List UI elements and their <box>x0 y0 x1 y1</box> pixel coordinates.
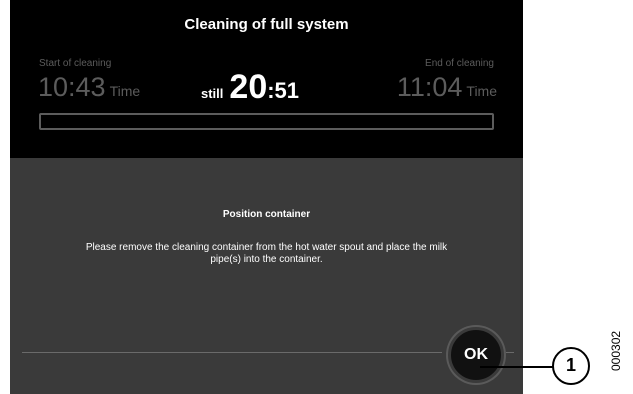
dialog-message: Please remove the cleaning container fro… <box>85 242 448 265</box>
start-time-value: 10:43 <box>38 72 106 102</box>
end-time: 11:04 Time <box>397 72 497 103</box>
start-of-cleaning-label: Start of cleaning <box>39 58 112 69</box>
remaining-time: still 20:51 <box>201 68 299 107</box>
machine-display: Cleaning of full system Start of cleanin… <box>10 0 523 394</box>
page-title: Cleaning of full system <box>184 16 349 33</box>
remaining-seconds: :51 <box>267 78 300 103</box>
dialog-heading: Position container <box>222 209 311 220</box>
divider-line <box>22 352 442 353</box>
divider-line-tail <box>506 352 514 353</box>
start-time: 10:43 Time <box>38 72 140 103</box>
end-time-value: 11:04 <box>396 72 463 102</box>
cleaning-progress-bar <box>39 113 494 130</box>
figure-id: 000302 <box>609 330 623 371</box>
ok-button[interactable]: OK <box>448 327 504 383</box>
end-of-cleaning-label: End of cleaning <box>425 58 494 69</box>
status-panel: Cleaning of full system Start of cleanin… <box>10 0 523 158</box>
callout-number: 1 <box>565 355 576 375</box>
start-time-unit: Time <box>109 83 141 99</box>
remaining-minutes: 20 <box>229 68 268 106</box>
remaining-prefix: still <box>201 86 224 101</box>
end-time-unit: Time <box>466 83 497 99</box>
